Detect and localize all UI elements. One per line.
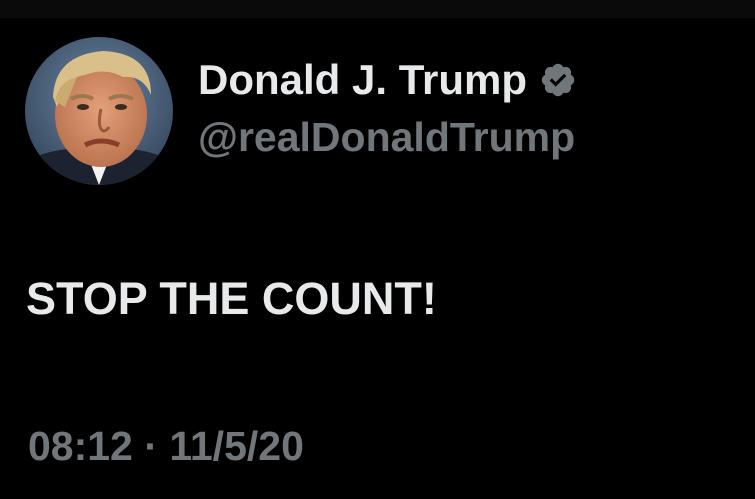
tweet-time: 08:12 bbox=[28, 423, 133, 469]
avatar[interactable] bbox=[25, 37, 173, 185]
tweet-date: 11/5/20 bbox=[169, 423, 304, 469]
verified-badge-icon[interactable] bbox=[539, 61, 577, 99]
tweet-header: Donald J. Trump @realDonaldTrump bbox=[198, 56, 735, 161]
tweet-card: Donald J. Trump @realDonaldTrump STOP TH… bbox=[0, 18, 755, 499]
tweet-text: STOP THE COUNT! bbox=[26, 273, 437, 324]
tweet-timestamp[interactable]: 08:12 · 11/5/20 bbox=[28, 422, 304, 470]
status-bar-strip bbox=[0, 0, 755, 18]
avatar-photo bbox=[25, 37, 173, 185]
timestamp-separator: · bbox=[144, 423, 158, 469]
name-row: Donald J. Trump bbox=[198, 56, 735, 104]
handle[interactable]: @realDonaldTrump bbox=[198, 113, 735, 161]
display-name[interactable]: Donald J. Trump bbox=[198, 56, 527, 104]
